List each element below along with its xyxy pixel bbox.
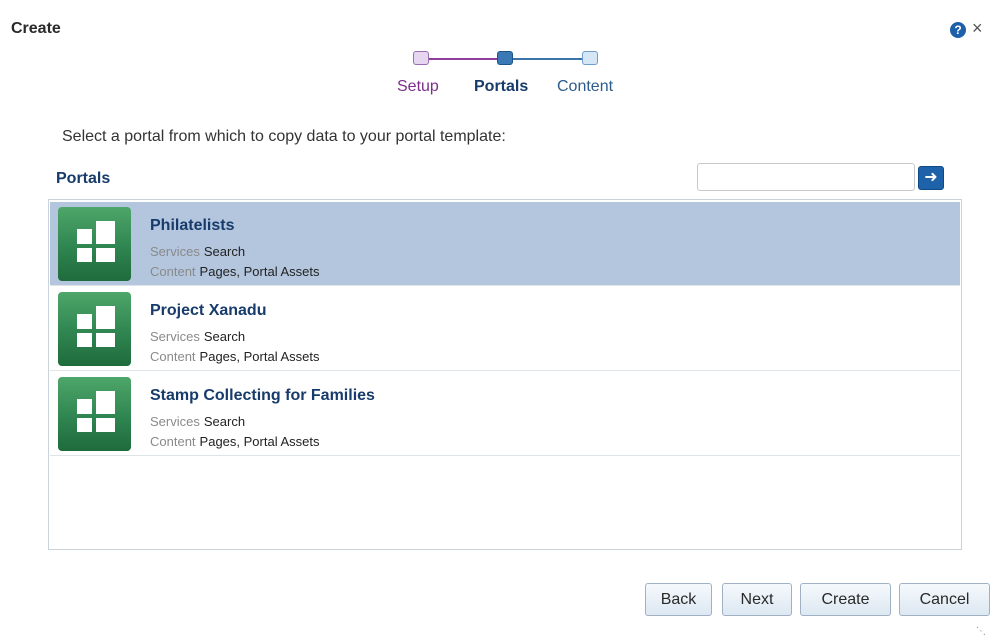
portal-row[interactable]: Philatelists Services Search Content Pages… <box>50 202 960 286</box>
train-label-setup[interactable]: Setup <box>397 78 439 96</box>
train-connector <box>513 58 582 60</box>
search-go-button[interactable]: ➜ <box>918 166 944 190</box>
portal-name: Project Xanadu <box>150 302 267 319</box>
train-stop-content[interactable] <box>582 51 598 65</box>
portal-name: Philatelists <box>150 217 235 234</box>
train-label-content[interactable]: Content <box>557 78 613 96</box>
portal-services: Services Search <box>150 414 246 429</box>
portal-content: Content Pages, Portal Assets <box>150 349 320 364</box>
portal-name: Stamp Collecting for Families <box>150 387 375 404</box>
train-stop-setup[interactable] <box>413 51 429 65</box>
back-button[interactable]: Back <box>645 583 712 616</box>
portals-section-label: Portals <box>56 170 111 187</box>
portal-icon <box>58 207 131 281</box>
next-button[interactable]: Next <box>722 583 792 616</box>
create-button[interactable]: Create <box>800 583 891 616</box>
train-label-portals: Portals <box>474 78 529 95</box>
portal-list[interactable]: Philatelists Services Search Content Pages… <box>48 199 962 550</box>
portal-icon <box>58 292 131 366</box>
arrow-right-icon: ➜ <box>924 169 938 186</box>
portal-icon <box>58 377 131 451</box>
portal-row[interactable]: Stamp Collecting for Families Services Se… <box>50 372 960 456</box>
portal-content: Content Pages, Portal Assets <box>150 264 320 279</box>
dialog-title: Create <box>11 20 61 37</box>
cancel-button[interactable]: Cancel <box>899 583 990 616</box>
portal-row[interactable]: Project Xanadu Services Search Content Pag… <box>50 287 960 371</box>
train-connector <box>429 58 497 60</box>
help-icon[interactable]: ? <box>950 22 966 38</box>
close-icon[interactable]: × <box>972 18 983 39</box>
search-input[interactable] <box>697 163 915 191</box>
resize-grip-icon[interactable]: ⋱ <box>976 626 986 637</box>
instruction-text: Select a portal from which to copy data … <box>62 128 506 145</box>
train-stop-portals[interactable] <box>497 51 513 65</box>
portal-services: Services Search <box>150 329 246 344</box>
portal-services: Services Search <box>150 244 246 259</box>
portal-content: Content Pages, Portal Assets <box>150 434 320 449</box>
